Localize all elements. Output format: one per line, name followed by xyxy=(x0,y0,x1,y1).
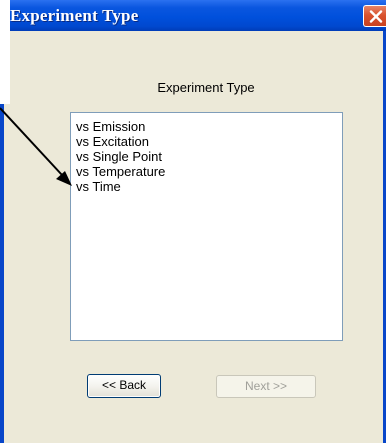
experiment-type-dialog: Experiment Type Experiment Type vs Emiss… xyxy=(0,0,386,443)
window-title: Experiment Type xyxy=(10,6,139,25)
next-button[interactable]: Next >> xyxy=(216,375,316,398)
back-button[interactable]: << Back xyxy=(87,374,161,398)
background-strip xyxy=(0,0,10,104)
list-item-vs-single-point[interactable]: vs Single Point xyxy=(76,149,162,164)
list-item-vs-excitation[interactable]: vs Excitation xyxy=(76,134,149,149)
title-bar[interactable]: Experiment Type xyxy=(0,0,386,31)
group-label: Experiment Type xyxy=(157,80,255,95)
experiment-type-listbox[interactable]: vs Emission vs Excitation vs Single Poin… xyxy=(70,112,343,341)
close-button[interactable] xyxy=(363,5,386,27)
list-item-vs-emission[interactable]: vs Emission xyxy=(76,119,145,134)
close-icon xyxy=(369,10,383,23)
list-item-vs-temperature[interactable]: vs Temperature xyxy=(76,164,165,179)
list-item-vs-time[interactable]: vs Time xyxy=(76,179,121,194)
